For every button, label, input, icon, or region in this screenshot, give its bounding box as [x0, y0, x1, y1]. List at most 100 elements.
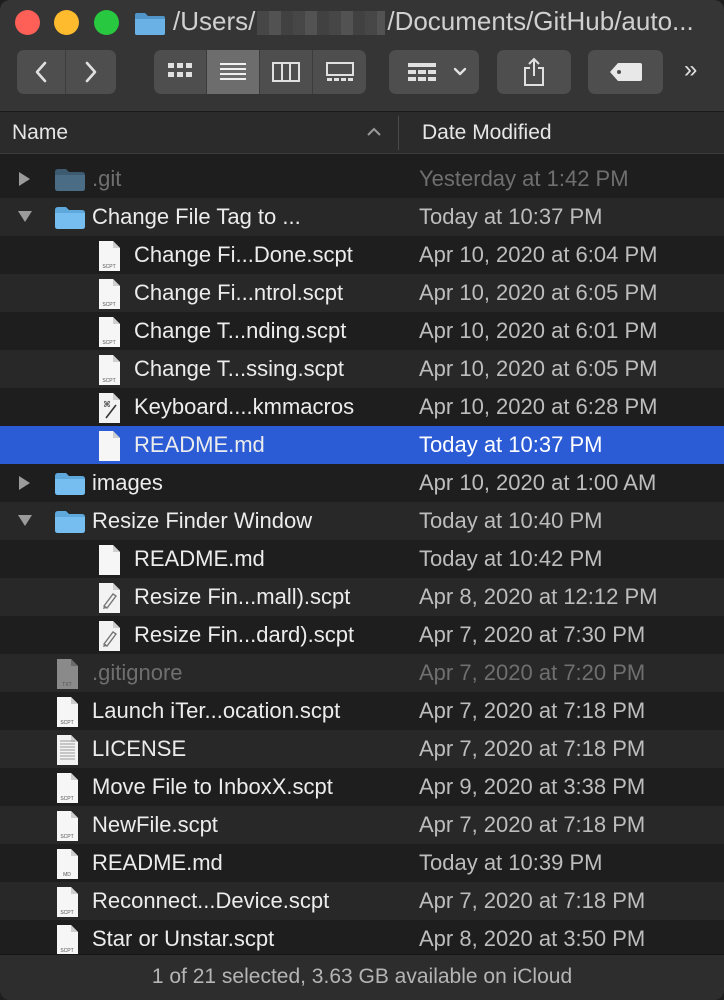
script-file-icon: SCPT: [54, 696, 80, 733]
file-name: Change File Tag to ...: [92, 204, 301, 229]
folder-row[interactable]: Change File Tag to ... Today at 10:37 PM: [0, 198, 724, 236]
file-row[interactable]: Resize Fin...dard).scpt Apr 7, 2020 at 7:…: [0, 616, 724, 654]
file-row[interactable]: SCPT Star or Unstar.scpt Apr 8, 2020 at 3:…: [0, 920, 724, 958]
back-button[interactable]: [17, 50, 66, 94]
file-name: NewFile.scpt: [92, 812, 218, 837]
file-name: images: [92, 470, 163, 495]
minimize-window-button[interactable]: [54, 10, 79, 35]
folder-icon: [54, 204, 86, 235]
folder-row[interactable]: images Apr 10, 2020 at 1:00 AM: [0, 464, 724, 502]
file-row[interactable]: MD README.md Today at 10:39 PM: [0, 844, 724, 882]
markdown-file-icon: MD: [54, 848, 80, 885]
folder-icon: [54, 166, 86, 197]
file-name: Move File to InboxX.scpt: [92, 774, 333, 799]
document-file-icon: [96, 430, 122, 467]
svg-text:SCPT: SCPT: [60, 834, 73, 840]
file-row[interactable]: SCPT Reconnect...Device.scpt Apr 7, 2020 a…: [0, 882, 724, 920]
date-modified: Yesterday at 1:42 PM: [419, 166, 629, 191]
keyboard-maestro-file-icon: ⌘: [96, 392, 122, 429]
file-row[interactable]: SCPT Change T...ssing.scpt Apr 10, 2020 at…: [0, 350, 724, 388]
file-name: Launch iTer...ocation.scpt: [92, 698, 341, 723]
sort-ascending-icon: [367, 127, 381, 136]
disclosure-collapsed-icon[interactable]: [17, 475, 31, 491]
date-modified: Apr 8, 2020 at 12:12 PM: [419, 584, 658, 609]
list-view-button[interactable]: [207, 50, 260, 94]
file-name: LICENSE: [92, 736, 187, 761]
tag-icon: [609, 63, 642, 81]
name-column-header[interactable]: Name: [12, 121, 68, 145]
gallery-icon: [325, 62, 354, 81]
share-button[interactable]: [497, 50, 571, 94]
file-name: Change T...nding.scpt: [134, 318, 347, 343]
file-row[interactable]: SCPT Change Fi...Done.scpt Apr 10, 2020 at…: [0, 236, 724, 274]
file-row[interactable]: README.md Today at 10:42 PM: [0, 540, 724, 578]
file-row[interactable]: SCPT Launch iTer...ocation.scpt Apr 7, 202…: [0, 692, 724, 730]
window-path-title: /Users/ /Documents/GitHub/auto...: [173, 6, 694, 37]
disclosure-collapsed-icon[interactable]: [17, 171, 31, 187]
view-mode-control: [154, 50, 366, 94]
text-document-icon: [54, 734, 80, 771]
gallery-view-button[interactable]: [313, 50, 366, 94]
path-suffix: /Documents/GitHub/auto...: [387, 6, 694, 36]
file-name: README.md: [134, 432, 265, 457]
toolbar-overflow-icon[interactable]: »: [684, 56, 697, 84]
document-file-icon: [96, 544, 122, 581]
chevron-down-icon: [453, 67, 467, 76]
disclosure-expanded-icon[interactable]: [17, 513, 32, 529]
file-row[interactable]: SCPT NewFile.scpt Apr 7, 2020 at 7:18 PM: [0, 806, 724, 844]
disclosure-expanded-icon[interactable]: [17, 209, 32, 225]
file-name: Star or Unstar.scpt: [92, 926, 275, 951]
redacted-username: [257, 11, 386, 36]
folder-row[interactable]: Resize Finder Window Today at 10:40 PM: [0, 502, 724, 540]
folder-row[interactable]: .git Yesterday at 1:42 PM: [0, 160, 724, 198]
status-text: 1 of 21 selected, 3.63 GB available on i…: [151, 965, 573, 988]
file-row[interactable]: TXT .gitignore Apr 7, 2020 at 7:20 PM: [0, 654, 724, 692]
share-icon: [524, 57, 544, 86]
script-file-icon: SCPT: [54, 810, 80, 847]
path-prefix: /Users/: [173, 6, 256, 36]
svg-text:MD: MD: [63, 872, 71, 878]
date-modified: Today at 10:40 PM: [419, 508, 603, 533]
date-modified: Apr 10, 2020 at 6:05 PM: [419, 280, 658, 305]
date-modified: Apr 10, 2020 at 1:00 AM: [419, 470, 657, 495]
file-row[interactable]: Resize Fin...mall).scpt Apr 8, 2020 at 12…: [0, 578, 724, 616]
file-name: Change Fi...ntrol.scpt: [134, 280, 344, 305]
svg-text:SCPT: SCPT: [102, 340, 115, 346]
script-file-icon: SCPT: [96, 240, 122, 277]
date-modified: Apr 10, 2020 at 6:05 PM: [419, 356, 658, 381]
group-by-button[interactable]: [389, 50, 479, 94]
file-name: Resize Finder Window: [92, 508, 313, 533]
column-view-button[interactable]: [260, 50, 313, 94]
column-divider[interactable]: [398, 116, 399, 150]
svg-text:SCPT: SCPT: [102, 378, 115, 384]
date-modified: Today at 10:42 PM: [419, 546, 603, 571]
zoom-window-button[interactable]: [94, 10, 119, 35]
file-row[interactable]: SCPT Move File to InboxX.scpt Apr 9, 2020 …: [0, 768, 724, 806]
file-name: README.md: [92, 850, 223, 875]
script-file-icon: SCPT: [54, 772, 80, 809]
file-name: Resize Fin...dard).scpt: [134, 622, 355, 647]
svg-text:SCPT: SCPT: [102, 302, 115, 308]
file-row[interactable]: LICENSE Apr 7, 2020 at 7:18 PM: [0, 730, 724, 768]
icon-grid-icon: [168, 63, 192, 77]
date-modified: Apr 7, 2020 at 7:20 PM: [419, 660, 646, 685]
file-name: Keyboard....kmmacros: [134, 394, 355, 419]
date-modified: Today at 10:39 PM: [419, 850, 603, 875]
file-row[interactable]: SCPT Change Fi...ntrol.scpt Apr 10, 2020 a…: [0, 274, 724, 312]
date-modified-column-header[interactable]: Date Modified: [422, 121, 552, 145]
forward-button[interactable]: [66, 50, 116, 94]
file-name: Change T...ssing.scpt: [134, 356, 344, 381]
applescript-file-icon: [96, 582, 122, 619]
folder-icon: [135, 13, 165, 35]
date-modified: Apr 10, 2020 at 6:01 PM: [419, 318, 658, 343]
close-window-button[interactable]: [15, 10, 40, 35]
file-name: README.md: [134, 546, 265, 571]
file-row[interactable]: ⌘ Keyboard....kmmacros Apr 10, 2020 at 6:2…: [0, 388, 724, 426]
file-row[interactable]: README.md Today at 10:37 PM: [0, 426, 724, 464]
tag-button[interactable]: [588, 50, 663, 94]
group-grid-icon: [408, 63, 436, 81]
file-row[interactable]: SCPT Change T...nding.scpt Apr 10, 2020 at…: [0, 312, 724, 350]
svg-text:⌘: ⌘: [103, 400, 111, 409]
icon-view-button[interactable]: [154, 50, 207, 94]
script-file-icon: SCPT: [96, 278, 122, 315]
